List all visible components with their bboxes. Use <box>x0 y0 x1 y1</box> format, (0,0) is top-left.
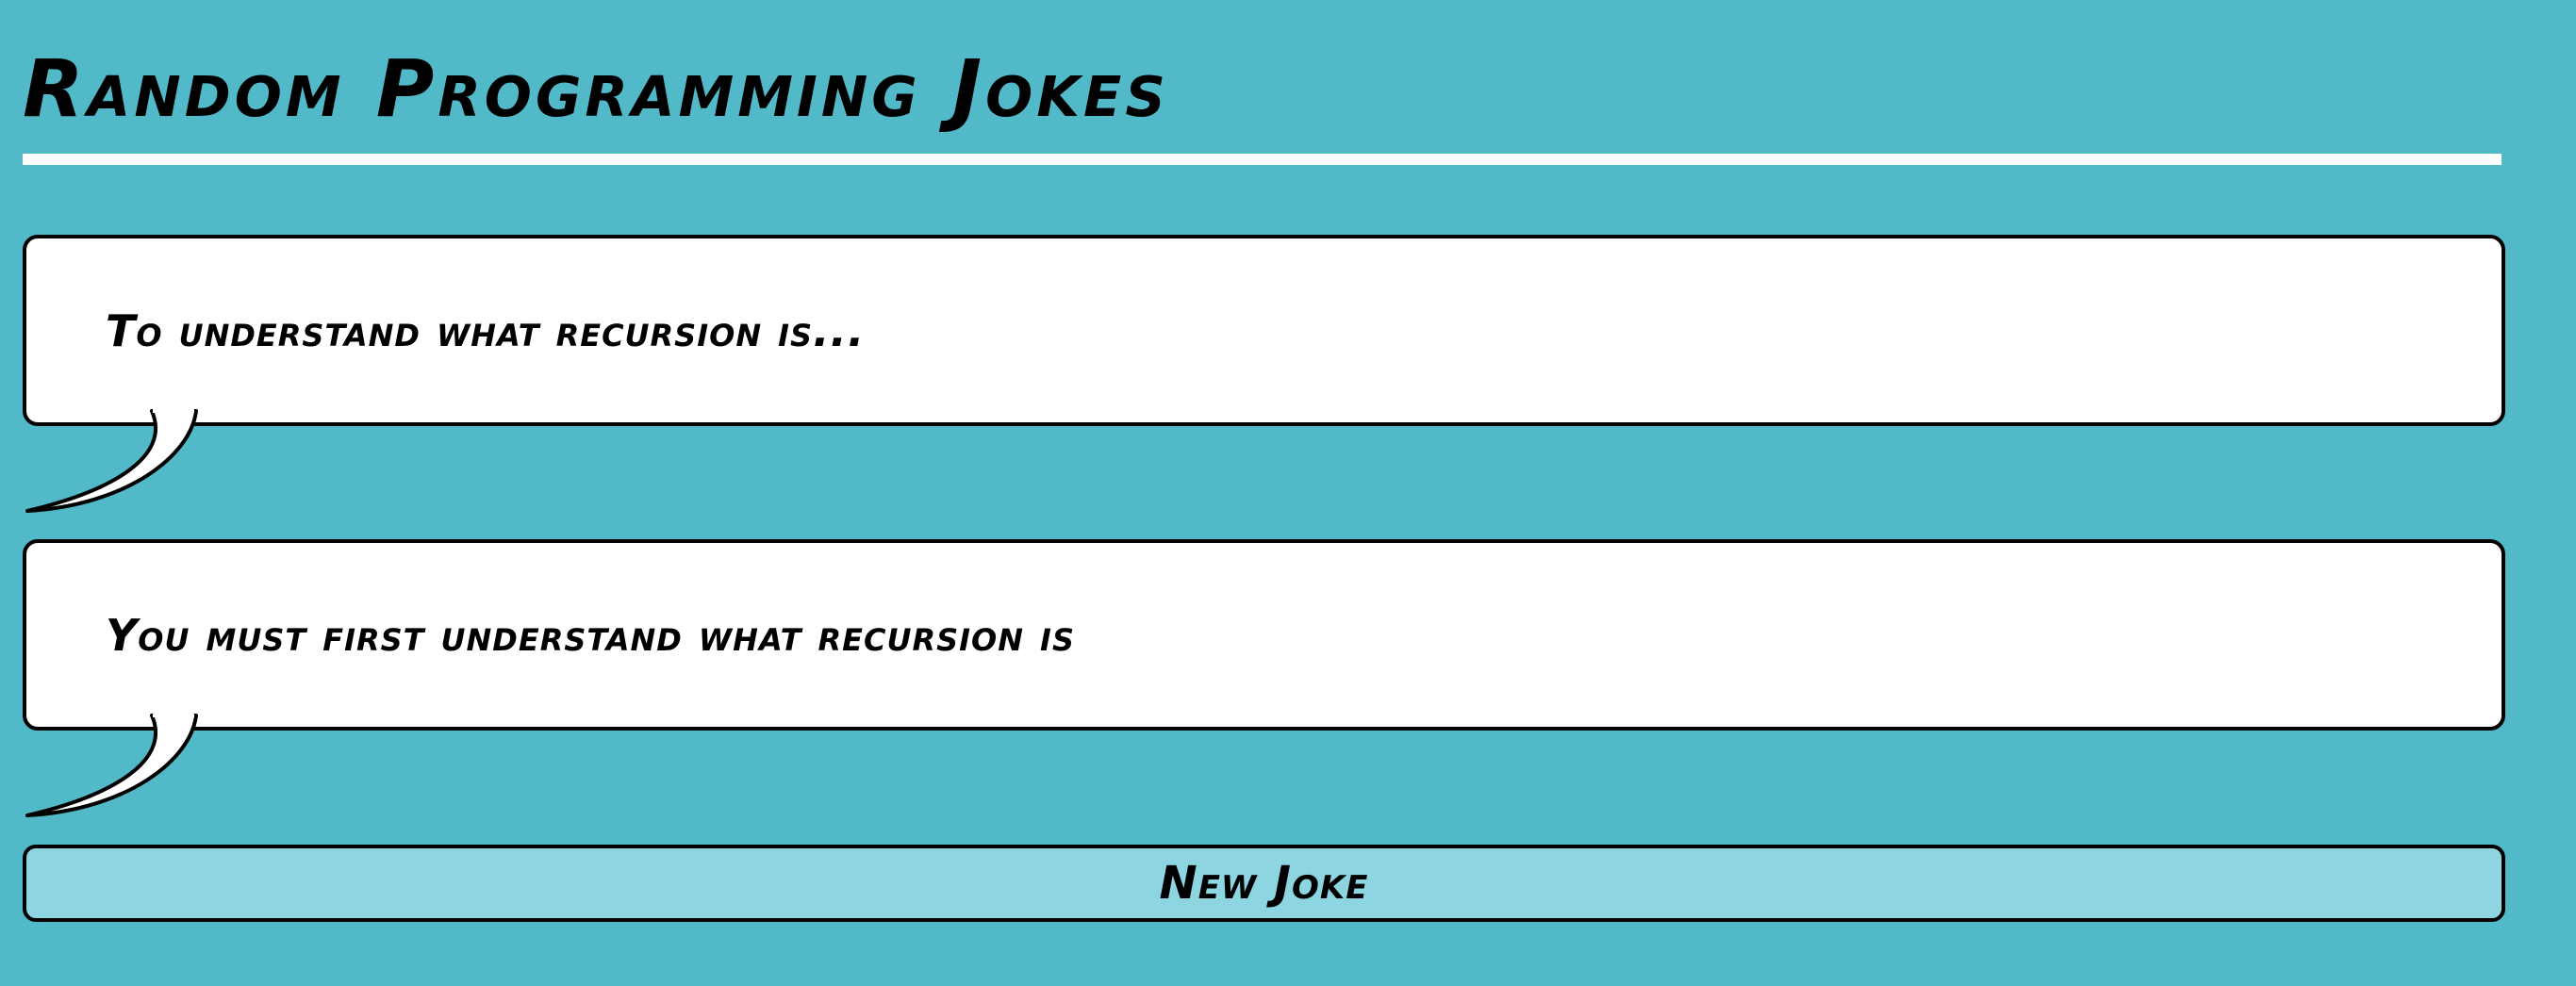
speech-bubble-tail <box>25 710 198 817</box>
title-divider <box>23 154 2502 165</box>
new-joke-button[interactable]: New Joke <box>23 845 2505 922</box>
joke-setup-text: To understand what recursion is... <box>106 304 866 356</box>
page-title: Random Programming Jokes <box>23 42 1169 135</box>
joke-punchline-bubble: You must first understand what recursion… <box>23 539 2505 731</box>
joke-punchline-text: You must first understand what recursion… <box>106 609 1076 661</box>
speech-bubble-tail <box>25 405 198 513</box>
joke-setup-bubble: To understand what recursion is... <box>23 235 2505 426</box>
